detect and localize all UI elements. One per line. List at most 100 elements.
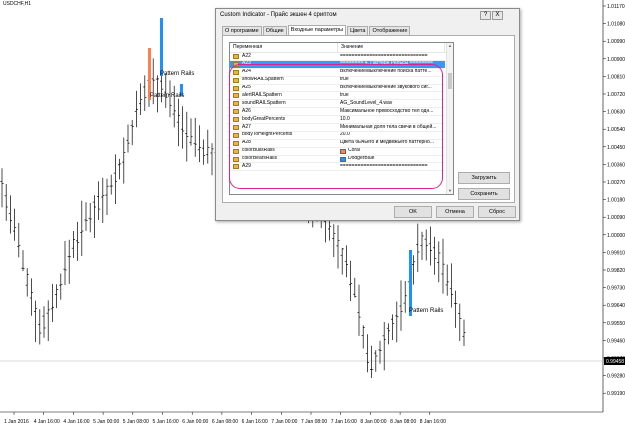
parameter-icon	[233, 85, 239, 91]
parameter-row[interactable]: A22 ==============================	[230, 53, 453, 61]
price-tick-label: 0.99280	[607, 374, 625, 380]
parameter-value-cell[interactable]: Цвета бычьего и медвежьего паттерно...	[338, 140, 445, 148]
parameter-value: 10.0	[340, 116, 350, 122]
time-tick-label: 8 Jan 16:00	[420, 419, 446, 425]
parameter-name-cell[interactable]: bodyGreatPercents	[230, 116, 338, 125]
parameter-row[interactable]: A25 Включение/выключение звукового сиг...	[230, 85, 453, 93]
parameter-name-cell[interactable]: soundRAILSpattern	[230, 100, 338, 109]
parameter-value-cell[interactable]: true	[338, 92, 445, 101]
parameters-grid: Переменная Значение A22 =================…	[229, 42, 454, 195]
parameter-row[interactable]: colorBearsRails DodgerBlue	[230, 156, 453, 164]
parameter-value-cell[interactable]: ==============================	[338, 163, 445, 172]
time-tick-label: 7 Jan 08:00	[301, 419, 327, 425]
parameter-name-cell[interactable]: A22	[230, 53, 338, 61]
price-tick-label: 0.99910	[607, 250, 625, 256]
reset-button[interactable]: Сброс	[478, 206, 516, 218]
scroll-up-icon[interactable]: ▲	[447, 43, 453, 49]
parameter-name-cell[interactable]: A29	[230, 163, 338, 172]
parameter-row[interactable]: soundRAILSpattern AG_SoundLevel_4.wav	[230, 100, 453, 109]
parameter-row[interactable]: A27 Минимальная доля тела свечи в общей..…	[230, 124, 453, 132]
parameter-row[interactable]: colorBullsRails Coral	[230, 148, 453, 156]
parameter-name-cell[interactable]: colorBullsRails	[230, 148, 338, 156]
time-tick-label: 5 Jan 16:00	[153, 419, 179, 425]
parameter-value-cell[interactable]: Включение/выключение поиска патте...	[338, 69, 445, 77]
parameter-row[interactable]: A24 Включение/выключение поиска патте...	[230, 69, 453, 77]
parameter-name-cell[interactable]: A27	[230, 124, 338, 132]
parameter-name-cell[interactable]: alertRAILSpattern	[230, 92, 338, 101]
column-value[interactable]: Значение	[338, 43, 445, 52]
parameter-value-cell[interactable]: ==============================	[338, 53, 445, 61]
parameter-value: Максимальное превосходство тел одн...	[340, 108, 434, 114]
parameter-value-cell[interactable]: ======== 4. Паттерн Рельсы ========	[338, 60, 445, 69]
parameter-name-cell[interactable]: bodyToHeightPercents	[230, 132, 338, 140]
parameter-row[interactable]: showRAILSpattern true	[230, 77, 453, 85]
parameter-name-cell[interactable]: A25	[230, 85, 338, 93]
parameter-value: Цвета бычьего и медвежьего паттерно...	[340, 139, 434, 146]
symbol-label: USDCHF,H1	[3, 1, 32, 7]
bear-rail-bar	[409, 250, 412, 316]
column-variable[interactable]: Переменная	[230, 43, 338, 52]
parameter-name-cell[interactable]: A26	[230, 108, 338, 117]
custom-indicator-dialog: Custom Indicator - Прайс экшен 4 сриптом…	[215, 8, 520, 221]
price-tick-label: 1.01170	[607, 4, 625, 10]
parameter-value: ==============================	[340, 163, 428, 169]
tab-display[interactable]: Отображение	[369, 26, 411, 35]
pattern-label-3: Pattern Rails	[409, 308, 444, 314]
price-tick-label: 0.99190	[607, 391, 625, 397]
parameter-row[interactable]: A29 ==============================	[230, 163, 453, 172]
scroll-down-icon[interactable]: ▼	[447, 188, 453, 194]
parameter-row[interactable]: bodyGreatPercents 10.0	[230, 116, 453, 125]
parameter-name: colorBullsRails	[242, 147, 275, 154]
parameter-name-cell[interactable]: A24	[230, 69, 338, 77]
parameter-value-cell[interactable]: Максимальное превосходство тел одн...	[338, 108, 445, 117]
dialog-title: Custom Indicator - Прайс экшен 4 сриптом	[220, 12, 337, 18]
tab-colors[interactable]: Цвета	[347, 26, 369, 35]
price-tick-label: 0.99550	[607, 321, 625, 327]
parameter-name: soundRAILSpattern	[242, 100, 286, 106]
time-tick-label: 8 Jan 08:00	[390, 419, 416, 425]
parameter-value-cell[interactable]: 10.0	[338, 116, 445, 125]
scroll-thumb[interactable]	[448, 73, 452, 89]
tab-bar: О программе Общие Входные параметры Цвет…	[222, 25, 411, 35]
price-tick-label: 1.00180	[607, 198, 625, 204]
parameter-row[interactable]: alertRAILSpattern true	[230, 92, 453, 101]
parameter-value-cell[interactable]: Минимальная доля тела свечи в общей...	[338, 124, 445, 132]
parameter-icon	[233, 140, 239, 146]
parameter-row[interactable]: bodyToHeightPercents 20.0	[230, 132, 453, 140]
cancel-button[interactable]: Отмена	[436, 206, 474, 218]
tab-inputs[interactable]: Входные параметры	[287, 25, 347, 35]
ok-button[interactable]: OK	[394, 206, 432, 218]
inputs-panel: Переменная Значение A22 =================…	[222, 35, 515, 203]
parameter-row[interactable]: A26 Максимальное превосходство тел одн...	[230, 108, 453, 117]
parameter-value: ==============================	[340, 53, 428, 59]
parameter-name-cell[interactable]: A28	[230, 140, 338, 148]
parameter-value: Включение/выключение звукового сиг...	[340, 84, 432, 91]
parameter-value-cell[interactable]: AG_SoundLevel_4.wav	[338, 100, 445, 109]
parameter-value-cell[interactable]: DodgerBlue	[338, 156, 445, 164]
parameter-value-cell[interactable]: Coral	[338, 148, 445, 156]
parameter-icon	[233, 53, 239, 59]
price-tick-label: 1.00360	[607, 162, 625, 168]
help-button[interactable]: ?	[480, 11, 491, 20]
parameter-value-cell[interactable]: 20.0	[338, 132, 445, 140]
parameter-value-cell[interactable]: Включение/выключение звукового сиг...	[338, 85, 445, 93]
parameter-value-cell[interactable]: true	[338, 77, 445, 85]
parameter-name-cell[interactable]: showRAILSpattern	[230, 77, 338, 85]
dialog-titlebar[interactable]: Custom Indicator - Прайс экшен 4 сриптом…	[216, 9, 519, 22]
price-tick-label: 0.99820	[607, 268, 625, 274]
parameter-row[interactable]: A23 ======== 4. Паттерн Рельсы ========	[230, 60, 453, 69]
close-button[interactable]: X	[492, 11, 503, 20]
price-tick-label: 1.00090	[607, 215, 625, 221]
parameter-icon	[233, 109, 239, 115]
save-button[interactable]: Сохранить	[458, 188, 510, 200]
load-button[interactable]: Загрузить	[458, 172, 510, 184]
tab-common[interactable]: Общие	[262, 26, 287, 35]
parameter-name-cell[interactable]: colorBearsRails	[230, 156, 338, 164]
parameter-name-cell[interactable]: A23	[230, 60, 338, 69]
time-tick-label: 4 Jan 16:00	[34, 419, 60, 425]
tab-about[interactable]: О программе	[222, 26, 262, 35]
parameter-row[interactable]: A28 Цвета бычьего и медвежьего паттерно..…	[230, 140, 453, 148]
price-tick-label: 0.99460	[607, 338, 625, 344]
grid-scrollbar[interactable]: ▲ ▼	[446, 43, 453, 194]
time-tick-label: 7 Jan 00:00	[271, 419, 297, 425]
